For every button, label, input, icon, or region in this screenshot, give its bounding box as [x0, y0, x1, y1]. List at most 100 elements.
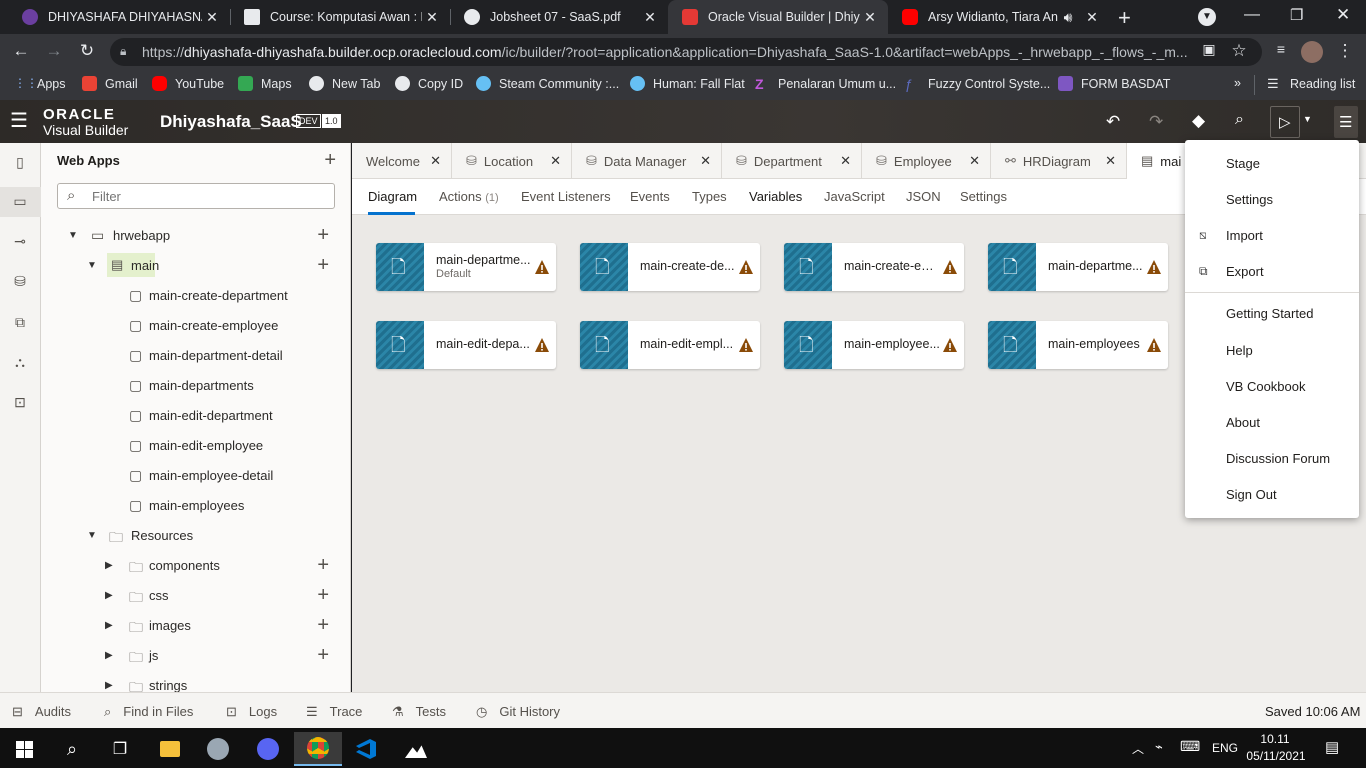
mobile-apps-icon[interactable]: ▯: [11, 154, 29, 172]
filter-input[interactable]: [92, 187, 322, 205]
tree-folder[interactable]: ▶ 🗀︎ strings: [41, 670, 350, 693]
add-icon[interactable]: +: [317, 584, 329, 607]
expand-arrow-icon[interactable]: ▼: [87, 530, 97, 541]
browser-tab-2[interactable]: Course: Komputasi Awan : Dip ✕: [230, 0, 450, 34]
menu-item-import[interactable]: Import: [1226, 228, 1263, 243]
reload-icon[interactable]: ↻: [76, 41, 98, 61]
tab-welcome[interactable]: Welcome ✕: [352, 143, 452, 179]
chrome-taskbar-icon[interactable]: [294, 732, 342, 766]
find-in-files-button[interactable]: ⌕ Find in Files: [104, 704, 193, 720]
close-icon[interactable]: ✕: [422, 9, 442, 26]
page-card[interactable]: 🗋︎ main-departme... Default: [376, 243, 556, 291]
restore-icon[interactable]: ❐: [1290, 6, 1303, 24]
menu-item-settings[interactable]: Settings: [1226, 192, 1273, 207]
tree-page[interactable]: ▢ main-create-department: [41, 280, 350, 310]
close-icon[interactable]: ✕: [430, 153, 441, 169]
page-card[interactable]: 🗋︎ main-create-de...: [580, 243, 760, 291]
bookmark-gmail[interactable]: Gmail: [82, 76, 138, 91]
bookmark-star-icon[interactable]: ☆: [1228, 41, 1250, 61]
menu-item-stage[interactable]: Stage: [1226, 156, 1260, 171]
page-card[interactable]: 🗋︎ main-create-em...: [784, 243, 964, 291]
new-tab-icon[interactable]: +: [1118, 5, 1131, 31]
subtab-javascript[interactable]: JavaScript: [824, 189, 885, 204]
add-web-app-button[interactable]: +: [324, 149, 336, 172]
close-icon[interactable]: ✕: [969, 153, 980, 169]
tab-search-icon[interactable]: ▼: [1198, 8, 1216, 26]
address-bar[interactable]: 🔒︎ https://dhiyashafa-dhiyashafa.builder…: [110, 38, 1262, 66]
page-card[interactable]: 🗋︎ main-employee...: [784, 321, 964, 369]
menu-item-about[interactable]: About: [1226, 415, 1260, 430]
menu-item-vb-cookbook[interactable]: VB Cookbook: [1226, 379, 1306, 394]
language-indicator[interactable]: ENG: [1212, 741, 1238, 755]
subtab-actions[interactable]: Actions (1): [439, 189, 499, 204]
menu-item-discussion-forum[interactable]: Discussion Forum: [1226, 451, 1330, 466]
menu-item-getting-started[interactable]: Getting Started: [1226, 306, 1313, 321]
web-apps-icon[interactable]: ▭: [11, 193, 29, 211]
preview-button[interactable]: ▷: [1270, 106, 1300, 138]
chevron-down-icon[interactable]: ▼: [1303, 114, 1312, 124]
bookmark-new-tab[interactable]: New Tab: [309, 76, 380, 91]
tab-employee[interactable]: ⛁ Employee ✕: [862, 143, 991, 179]
media-control-icon[interactable]: ≡: [1270, 41, 1292, 57]
window-close-icon[interactable]: ✕: [1336, 5, 1350, 25]
tab-department[interactable]: ⛁ Department ✕: [722, 143, 862, 179]
expand-arrow-icon[interactable]: ▶: [105, 620, 113, 631]
git-history-button[interactable]: ◷ Git History: [476, 704, 560, 720]
expand-arrow-icon[interactable]: ▶: [105, 560, 113, 571]
tree-folder[interactable]: ▶ 🗀︎ css +: [41, 580, 350, 610]
minimize-icon[interactable]: —: [1244, 6, 1260, 24]
tree-resources[interactable]: ▼ 🗀︎ Resources: [41, 520, 350, 550]
subtab-diagram[interactable]: Diagram: [368, 189, 417, 204]
forward-icon[interactable]: →: [43, 41, 65, 61]
vscode-icon[interactable]: [342, 732, 390, 766]
network-icon[interactable]: ⌁: [1155, 739, 1163, 755]
subtab-types[interactable]: Types: [692, 189, 727, 204]
git-icon[interactable]: ◆: [1192, 111, 1205, 131]
close-icon[interactable]: ✕: [640, 9, 660, 26]
browser-tab-5[interactable]: Arsy Widianto, Tiara Andi 🔊︎ ✕: [888, 0, 1110, 34]
windows-start-icon[interactable]: [0, 732, 48, 766]
tab-hrdiagram[interactable]: ⚯ HRDiagram ✕: [991, 143, 1127, 179]
bookmark-form-basdat[interactable]: FORM BASDAT: [1058, 76, 1170, 91]
close-icon[interactable]: ✕: [1105, 153, 1116, 169]
audits-button[interactable]: ⊟ Audits: [12, 704, 71, 720]
bookmark-penalaran[interactable]: Z Penalaran Umum u...: [755, 76, 896, 92]
clock-date[interactable]: 05/11/2021: [1245, 749, 1307, 763]
menu-item-sign-out[interactable]: Sign Out: [1226, 487, 1277, 502]
page-card[interactable]: 🗋︎ main-employees: [988, 321, 1168, 369]
photos-icon[interactable]: [392, 732, 440, 766]
expand-arrow-icon[interactable]: ▼: [87, 260, 97, 271]
subtab-variables[interactable]: Variables: [749, 189, 802, 204]
add-icon[interactable]: +: [317, 254, 329, 277]
clipboard-icon[interactable]: ▣: [1198, 41, 1220, 58]
browser-tab-active[interactable]: Oracle Visual Builder | Dhiyas ✕: [668, 0, 888, 34]
main-menu-button[interactable]: ☰: [1334, 106, 1358, 138]
tree-folder[interactable]: ▶ 🗀︎ components +: [41, 550, 350, 580]
menu-item-help[interactable]: Help: [1226, 343, 1253, 358]
filter-field[interactable]: ⌕: [57, 183, 335, 209]
bookmark-steam[interactable]: Steam Community :...: [476, 76, 619, 91]
profile-avatar[interactable]: [1301, 41, 1323, 63]
tab-location[interactable]: ⛁ Location ✕: [452, 143, 572, 179]
tree-page[interactable]: ▢ main-create-employee: [41, 310, 350, 340]
tests-button[interactable]: ⚗ Tests: [392, 704, 446, 720]
redo-icon[interactable]: ↷: [1149, 112, 1163, 132]
page-card[interactable]: 🗋︎ main-edit-empl...: [580, 321, 760, 369]
tree-app-hrwebapp[interactable]: ▼ ▭ hrwebapp +: [41, 220, 350, 250]
bookmark-copy-id[interactable]: Copy ID: [395, 76, 463, 91]
reading-list[interactable]: ☰ Reading list: [1267, 76, 1355, 91]
bookmark-human-fall-flat[interactable]: Human: Fall Flat: [630, 76, 745, 91]
close-icon[interactable]: ✕: [1082, 9, 1102, 26]
expand-arrow-icon[interactable]: ▶: [105, 590, 113, 601]
tree-page[interactable]: ▢ main-department-detail: [41, 340, 350, 370]
search-icon[interactable]: ⌕: [1235, 111, 1244, 129]
undo-icon[interactable]: ↶: [1106, 112, 1120, 132]
more-bookmarks-icon[interactable]: »: [1234, 76, 1241, 90]
tree-flow-main[interactable]: ▼ ▤ main +: [41, 250, 350, 280]
page-card[interactable]: 🗋︎ main-edit-depa...: [376, 321, 556, 369]
components-icon[interactable]: ⧉: [11, 314, 29, 332]
logs-button[interactable]: ⊡ Logs: [226, 704, 277, 720]
expand-arrow-icon[interactable]: ▶: [105, 680, 113, 691]
tree-folder[interactable]: ▶ 🗀︎ js +: [41, 640, 350, 670]
app-icon[interactable]: [194, 732, 242, 766]
